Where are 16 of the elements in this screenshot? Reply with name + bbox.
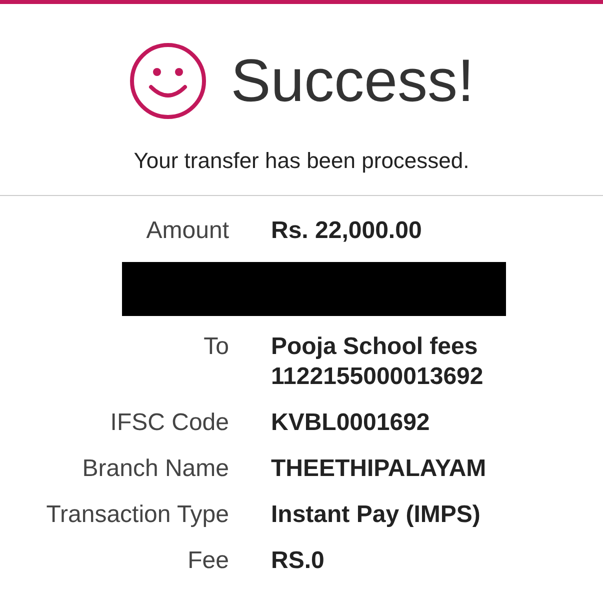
detail-label: Amount bbox=[145, 216, 229, 246]
detail-value: Pooja School fees bbox=[271, 332, 479, 362]
status-message: Your transfer has been processed. bbox=[134, 147, 470, 175]
detail-label: IFSC Code bbox=[109, 408, 229, 438]
smiley-icon bbox=[128, 42, 207, 120]
detail-value: Rs. 22,000.00 bbox=[271, 216, 422, 246]
detail-value: THEETHIPALAYAM bbox=[271, 454, 486, 484]
detail-label: Transaction Type bbox=[45, 500, 229, 530]
detail-value: KVBL0001692 bbox=[271, 408, 430, 438]
detail-label: Fee bbox=[186, 546, 229, 576]
detail-value: 1122155000013692 bbox=[271, 362, 484, 392]
detail-label: Branch Name bbox=[81, 454, 229, 484]
detail-value: RS.0 bbox=[271, 546, 324, 576]
detail-label: To bbox=[202, 332, 229, 362]
success-title: Success! bbox=[230, 51, 474, 111]
detail-value: Instant Pay (IMPS) bbox=[271, 500, 480, 530]
